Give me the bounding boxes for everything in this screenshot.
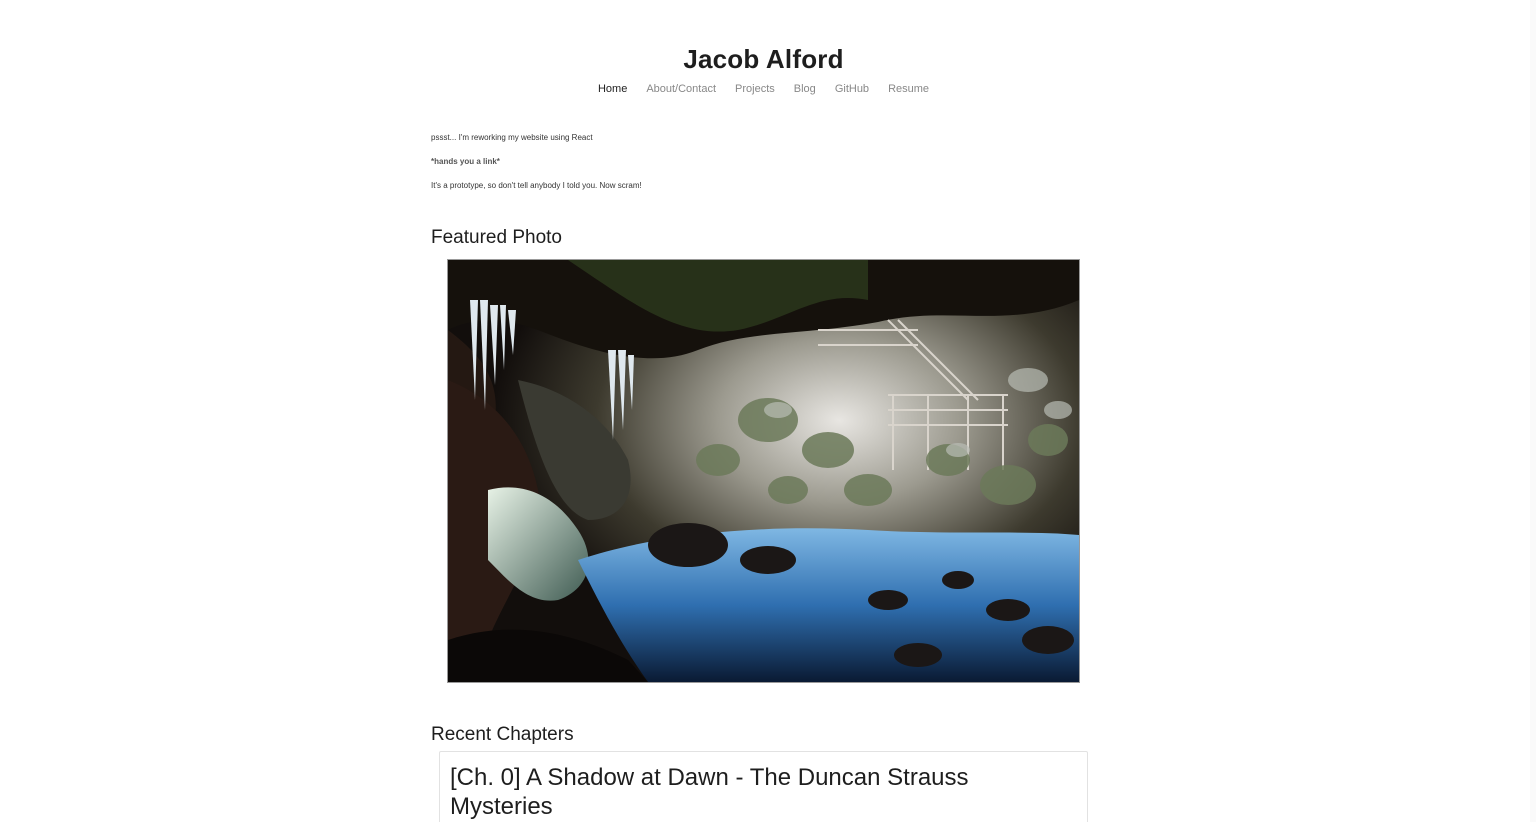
nav-home[interactable]: Home — [588, 82, 636, 96]
featured-photo[interactable] — [447, 259, 1080, 683]
nav-github[interactable]: GitHub — [825, 82, 878, 96]
site-title[interactable]: Jacob Alford — [0, 42, 1527, 76]
nav-about-contact[interactable]: About/Contact — [637, 82, 726, 96]
page: Jacob Alford Home About/Contact Projects… — [0, 0, 1536, 822]
featured-photo-heading: Featured Photo — [431, 227, 562, 248]
page-scrollbar[interactable] — [1530, 0, 1536, 822]
intro-text: pssst... I'm reworking my website using … — [431, 133, 593, 142]
recent-chapters-heading: Recent Chapters — [431, 724, 574, 745]
main-nav: Home About/Contact Projects Blog GitHub … — [0, 82, 1527, 96]
nav-projects[interactable]: Projects — [726, 82, 785, 96]
intro-note: It's a prototype, so don't tell anybody … — [431, 181, 642, 190]
nav-resume[interactable]: Resume — [879, 82, 939, 96]
intro-link-text[interactable]: *hands you a link* — [431, 157, 500, 166]
ice-cave-photo — [448, 260, 1079, 682]
chapter-card[interactable]: [Ch. 0] A Shadow at Dawn - The Duncan St… — [439, 751, 1088, 822]
nav-blog[interactable]: Blog — [784, 82, 825, 96]
chapter-title[interactable]: [Ch. 0] A Shadow at Dawn - The Duncan St… — [440, 752, 1020, 821]
